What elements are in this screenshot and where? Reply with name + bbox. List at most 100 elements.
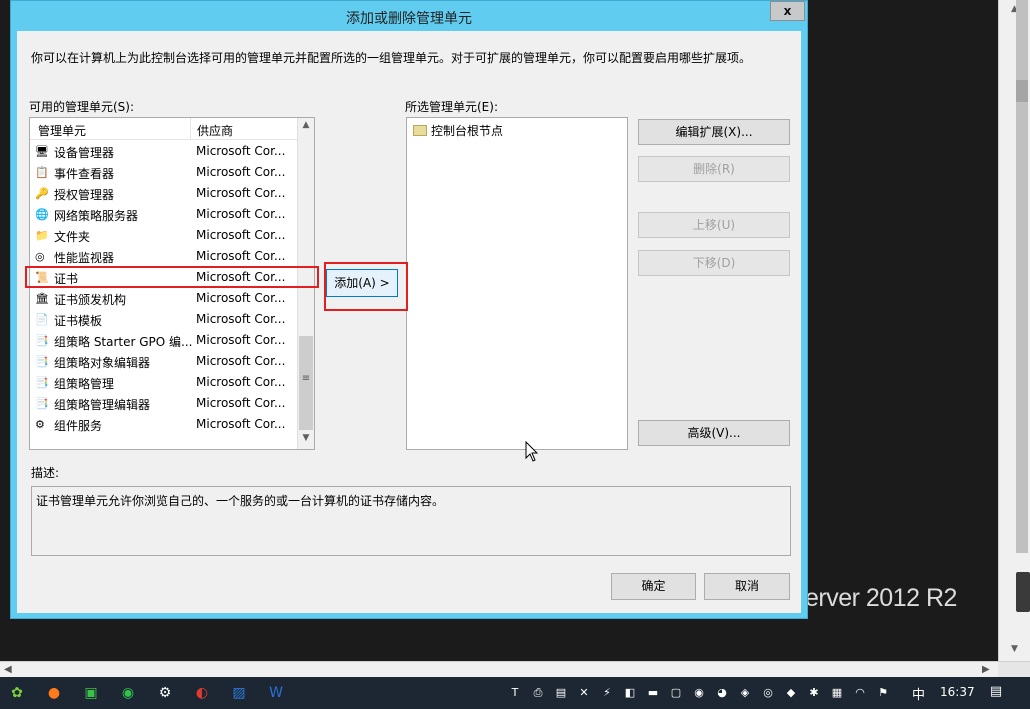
add-button[interactable]: 添加(A) > bbox=[326, 269, 398, 297]
color-icon[interactable]: ◈ bbox=[737, 685, 753, 701]
notification-icon[interactable]: ▤ bbox=[988, 684, 1004, 700]
ok-button[interactable]: 确定 bbox=[611, 573, 696, 600]
qq-icon[interactable]: ◕ bbox=[714, 685, 730, 701]
scroll-left-icon[interactable]: ◀ bbox=[4, 662, 12, 677]
snapin-name: 事件查看器 bbox=[54, 167, 115, 181]
ime-indicator[interactable]: 中 bbox=[912, 684, 925, 703]
move-down-button[interactable]: 下移(D) bbox=[638, 250, 790, 276]
window-vertical-scrollbar[interactable]: ▲ ▼ bbox=[998, 0, 1030, 661]
security-icon[interactable]: ◧ bbox=[622, 685, 638, 701]
snapin-row[interactable]: 📁 文件夹 Microsoft Cor... bbox=[30, 225, 297, 246]
description-text: 证书管理单元允许你浏览自己的、一个服务的或一台计算机的证书存储内容。 bbox=[36, 494, 445, 508]
snapin-name: 组策略管理编辑器 bbox=[54, 398, 151, 412]
snapin-name: 组策略 Starter GPO 编... bbox=[54, 335, 193, 349]
snapin-name: 性能监视器 bbox=[54, 251, 115, 265]
snapin-row[interactable]: ⚙ 组件服务 Microsoft Cor... bbox=[30, 414, 297, 435]
snapin-vendor: Microsoft Cor... bbox=[196, 249, 286, 263]
event-viewer-icon: 📋 bbox=[35, 166, 49, 179]
snapin-row[interactable]: 📄 证书模板 Microsoft Cor... bbox=[30, 309, 297, 330]
snapin-name: 组策略管理 bbox=[54, 377, 115, 391]
snapin-name: 证书颁发机构 bbox=[54, 293, 127, 307]
snapin-row[interactable]: 📋 事件查看器 Microsoft Cor... bbox=[30, 162, 297, 183]
snapin-row[interactable]: ◎ 性能监视器 Microsoft Cor... bbox=[30, 246, 297, 267]
column-header-vendor[interactable]: 供应商 bbox=[197, 122, 233, 139]
snapin-vendor: Microsoft Cor... bbox=[196, 186, 286, 200]
flag-icon[interactable]: ⚑ bbox=[875, 685, 891, 701]
performance-monitor-icon: ◎ bbox=[35, 250, 45, 263]
network-drive-icon[interactable]: ▤ bbox=[553, 685, 569, 701]
side-handle[interactable] bbox=[1016, 572, 1030, 612]
gpo-management-icon: 📑 bbox=[35, 376, 49, 389]
cancel-button[interactable]: 取消 bbox=[704, 573, 790, 600]
mouse-cursor-icon bbox=[525, 441, 539, 462]
snapin-row[interactable]: 📑 组策略管理 Microsoft Cor... bbox=[30, 372, 297, 393]
move-up-button[interactable]: 上移(U) bbox=[638, 212, 790, 238]
console-root-node[interactable]: 控制台根节点 bbox=[413, 122, 503, 139]
advanced-button[interactable]: 高级(V)... bbox=[638, 420, 790, 446]
wechat-work-icon[interactable]: ◉ bbox=[116, 681, 140, 705]
close-button[interactable]: x bbox=[770, 1, 805, 21]
intro-text: 你可以在计算机上为此控制台选择可用的管理单元并配置所选的一组管理单元。对于可扩展… bbox=[31, 51, 752, 65]
list-header: 管理单元 供应商 bbox=[30, 118, 297, 140]
mute-icon[interactable]: ✕ bbox=[576, 685, 592, 701]
snapin-row[interactable]: 📑 组策略管理编辑器 Microsoft Cor... bbox=[30, 393, 297, 414]
snapin-row[interactable]: 🖥 设备管理器 Microsoft Cor... bbox=[30, 141, 297, 162]
settings-icon[interactable]: ⚙ bbox=[153, 681, 177, 705]
snapin-row[interactable]: 📜 证书 Microsoft Cor... bbox=[30, 267, 297, 288]
device-manager-icon: 🖥 bbox=[35, 145, 49, 158]
snapin-vendor: Microsoft Cor... bbox=[196, 354, 286, 368]
taskbar: ✿ ● ▣ ◉ ⚙ ◐ ▨ W T ⎙ ▤ ✕ ⚡ ◧ ▬ ▢ ◉ ◕ ◈ ◎ ◆ ✱ ▦ ◠ ⚑ 中 16:37 ▤ bbox=[0, 677, 1030, 709]
dialog-titlebar[interactable]: 添加或删除管理单元 x bbox=[11, 1, 807, 31]
taskbar-clock[interactable]: 16:37 bbox=[940, 685, 975, 699]
window-horizontal-scrollbar[interactable]: ◀ ▶ bbox=[0, 661, 1030, 678]
tb-icon[interactable]: T bbox=[507, 685, 523, 701]
photos-icon[interactable]: ▨ bbox=[227, 681, 251, 705]
bluetooth-icon[interactable]: ✱ bbox=[806, 685, 822, 701]
scroll-right-icon[interactable]: ▶ bbox=[982, 662, 990, 677]
available-snapins-list[interactable]: 管理单元 供应商 🖥 设备管理器 Microsoft Cor... 📋 事件查看器 Mic… bbox=[29, 117, 315, 450]
column-header-name[interactable]: 管理单元 bbox=[38, 122, 86, 139]
list-scrollbar[interactable]: ▲ ≡ ▼ bbox=[297, 118, 314, 449]
chat-icon[interactable]: ◉ bbox=[691, 685, 707, 701]
snapin-vendor: Microsoft Cor... bbox=[196, 228, 286, 242]
app-green-icon[interactable]: ▣ bbox=[79, 681, 103, 705]
snapin-vendor: Microsoft Cor... bbox=[196, 396, 286, 410]
wechat-icon[interactable]: ◎ bbox=[760, 685, 776, 701]
snapin-name: 证书模板 bbox=[54, 314, 103, 328]
scroll-grip-icon: ≡ bbox=[301, 373, 311, 384]
gpo-management-editor-icon: 📑 bbox=[35, 397, 49, 410]
snapin-row[interactable]: 🔑 授权管理器 Microsoft Cor... bbox=[30, 183, 297, 204]
defender-icon[interactable]: ⚡ bbox=[599, 685, 615, 701]
snapin-vendor: Microsoft Cor... bbox=[196, 375, 286, 389]
list-scroll-down-icon[interactable]: ▼ bbox=[298, 433, 314, 443]
snapin-row[interactable]: 📑 组策略对象编辑器 Microsoft Cor... bbox=[30, 351, 297, 372]
word-icon[interactable]: W bbox=[264, 681, 288, 705]
component-services-icon: ⚙ bbox=[35, 418, 45, 431]
edit-extensions-button[interactable]: 编辑扩展(X)... bbox=[638, 119, 790, 145]
shield-icon[interactable]: ◆ bbox=[783, 685, 799, 701]
firefox-icon[interactable]: ● bbox=[42, 681, 66, 705]
snapin-row[interactable]: 🏛 证书颁发机构 Microsoft Cor... bbox=[30, 288, 297, 309]
snapin-row[interactable]: 🌐 网络策略服务器 Microsoft Cor... bbox=[30, 204, 297, 225]
folder-icon bbox=[413, 125, 427, 136]
scroll-thumb[interactable] bbox=[1016, 80, 1028, 102]
wifi-icon[interactable]: ◠ bbox=[852, 685, 868, 701]
description-box: 证书管理单元允许你浏览自己的、一个服务的或一台计算机的证书存储内容。 bbox=[31, 486, 791, 556]
list-scroll-up-icon[interactable]: ▲ bbox=[298, 120, 314, 130]
screen-icon[interactable]: ▢ bbox=[668, 685, 684, 701]
snapin-vendor: Microsoft Cor... bbox=[196, 333, 286, 347]
snapin-row[interactable]: 📑 组策略 Starter GPO 编... Microsoft Cor... bbox=[30, 330, 297, 351]
printer-icon[interactable]: ⎙ bbox=[530, 685, 546, 701]
scroll-corner bbox=[998, 662, 1030, 678]
console-root-label: 控制台根节点 bbox=[431, 124, 504, 138]
notes-icon[interactable]: ▦ bbox=[829, 685, 845, 701]
column-divider[interactable] bbox=[190, 118, 191, 139]
start-icon[interactable]: ✿ bbox=[5, 681, 29, 705]
selected-snapins-list[interactable]: 控制台根节点 bbox=[406, 117, 628, 450]
remove-button[interactable]: 删除(R) bbox=[638, 156, 790, 182]
power-icon[interactable]: ▬ bbox=[645, 685, 661, 701]
scroll-down-icon[interactable]: ▼ bbox=[999, 640, 1030, 658]
description-label: 描述: bbox=[31, 466, 60, 480]
snapin-vendor: Microsoft Cor... bbox=[196, 144, 286, 158]
browser-icon[interactable]: ◐ bbox=[190, 681, 214, 705]
